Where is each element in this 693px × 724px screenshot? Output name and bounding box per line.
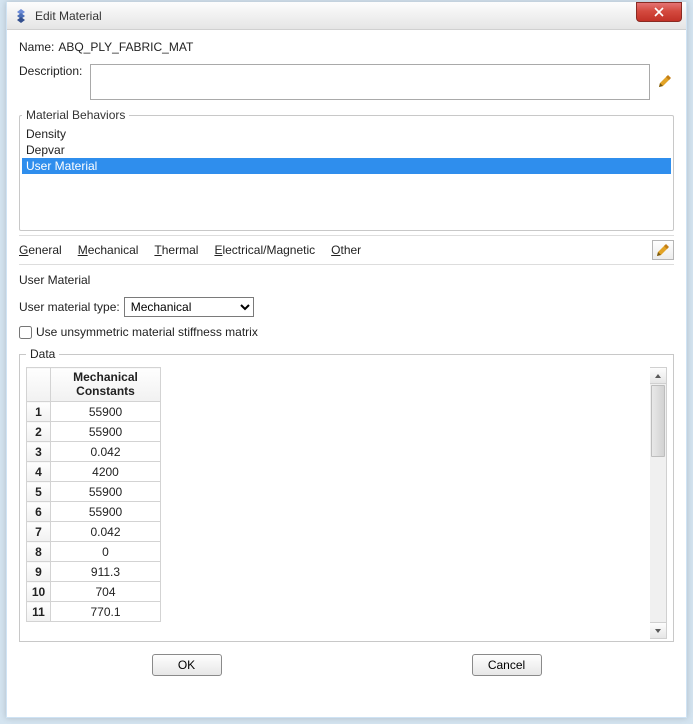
data-cell[interactable]: 0.042 (51, 522, 161, 542)
row-header[interactable]: 9 (27, 562, 51, 582)
menu-other[interactable]: Other (331, 243, 361, 257)
data-cell[interactable]: 55900 (51, 402, 161, 422)
data-grid[interactable]: MechanicalConstants 15590025590030.04244… (26, 367, 650, 639)
edit-description-button[interactable] (656, 72, 674, 90)
row-header[interactable]: 2 (27, 422, 51, 442)
data-cell[interactable]: 911.3 (51, 562, 161, 582)
menu-general[interactable]: General (19, 243, 62, 257)
description-row: Description: (19, 64, 674, 100)
description-input[interactable] (90, 64, 650, 100)
row-header[interactable]: 1 (27, 402, 51, 422)
behavior-menubar: General Mechanical Thermal Electrical/Ma… (19, 235, 674, 265)
data-cell[interactable]: 55900 (51, 482, 161, 502)
table-row: 555900 (27, 482, 161, 502)
menu-thermal[interactable]: Thermal (154, 243, 198, 257)
data-cell[interactable]: 55900 (51, 502, 161, 522)
behavior-list[interactable]: DensityDepvarUser Material (22, 126, 671, 228)
cancel-button[interactable]: Cancel (472, 654, 542, 676)
user-material-type-label: User material type: (19, 300, 120, 314)
name-label: Name: (19, 40, 54, 54)
edit-material-dialog: Edit Material Name: ABQ_PLY_FABRIC_MAT D… (6, 2, 687, 718)
close-button[interactable] (636, 2, 682, 22)
scroll-up-arrow-icon[interactable] (650, 368, 666, 384)
data-cell[interactable]: 0 (51, 542, 161, 562)
table-row: 255900 (27, 422, 161, 442)
row-header[interactable]: 8 (27, 542, 51, 562)
row-header[interactable]: 7 (27, 522, 51, 542)
behavior-item[interactable]: Density (22, 126, 671, 142)
ok-button[interactable]: OK (152, 654, 222, 676)
titlebar: Edit Material (7, 2, 686, 30)
table-row: 10704 (27, 582, 161, 602)
app-icon (13, 8, 29, 24)
menu-electrical-magnetic[interactable]: Electrical/Magnetic (214, 243, 315, 257)
data-group: Data MechanicalConstants 15590025590030.… (19, 347, 674, 642)
user-material-type-select[interactable]: Mechanical (124, 297, 254, 317)
behavior-item[interactable]: User Material (22, 158, 671, 174)
window-title: Edit Material (35, 9, 636, 23)
unsymmetric-checkbox[interactable] (19, 326, 32, 339)
table-row: 11770.1 (27, 602, 161, 622)
table-row: 44200 (27, 462, 161, 482)
unsymmetric-label[interactable]: Use unsymmetric material stiffness matri… (36, 325, 258, 339)
vertical-scrollbar[interactable] (650, 367, 667, 639)
edit-behavior-button[interactable] (652, 240, 674, 260)
user-material-type-row: User material type: Mechanical (19, 297, 674, 317)
scroll-down-arrow-icon[interactable] (650, 622, 666, 638)
data-cell[interactable]: 770.1 (51, 602, 161, 622)
data-legend: Data (26, 347, 59, 361)
data-cell[interactable]: 0.042 (51, 442, 161, 462)
button-bar: OK Cancel (19, 642, 674, 686)
row-header[interactable]: 4 (27, 462, 51, 482)
name-value: ABQ_PLY_FABRIC_MAT (58, 40, 193, 54)
name-row: Name: ABQ_PLY_FABRIC_MAT (19, 40, 674, 54)
menu-mechanical[interactable]: Mechanical (78, 243, 139, 257)
table-row: 80 (27, 542, 161, 562)
table-row: 70.042 (27, 522, 161, 542)
row-header[interactable]: 3 (27, 442, 51, 462)
column-header-mechanical-constants[interactable]: MechanicalConstants (51, 368, 161, 402)
material-behaviors-legend: Material Behaviors (22, 108, 129, 122)
row-header[interactable]: 6 (27, 502, 51, 522)
table-row: 655900 (27, 502, 161, 522)
row-header[interactable]: 5 (27, 482, 51, 502)
data-cell[interactable]: 55900 (51, 422, 161, 442)
table-row: 155900 (27, 402, 161, 422)
user-material-section-title: User Material (19, 273, 674, 287)
table-row: 30.042 (27, 442, 161, 462)
unsymmetric-row: Use unsymmetric material stiffness matri… (19, 325, 674, 339)
behavior-item[interactable]: Depvar (22, 142, 671, 158)
description-label: Description: (19, 64, 82, 78)
table-row: 9911.3 (27, 562, 161, 582)
dialog-content: Name: ABQ_PLY_FABRIC_MAT Description: Ma… (7, 30, 686, 692)
data-cell[interactable]: 4200 (51, 462, 161, 482)
row-header[interactable]: 10 (27, 582, 51, 602)
grid-corner (27, 368, 51, 402)
scrollbar-thumb[interactable] (651, 385, 665, 457)
material-behaviors-group: Material Behaviors DensityDepvarUser Mat… (19, 108, 674, 231)
row-header[interactable]: 11 (27, 602, 51, 622)
data-cell[interactable]: 704 (51, 582, 161, 602)
